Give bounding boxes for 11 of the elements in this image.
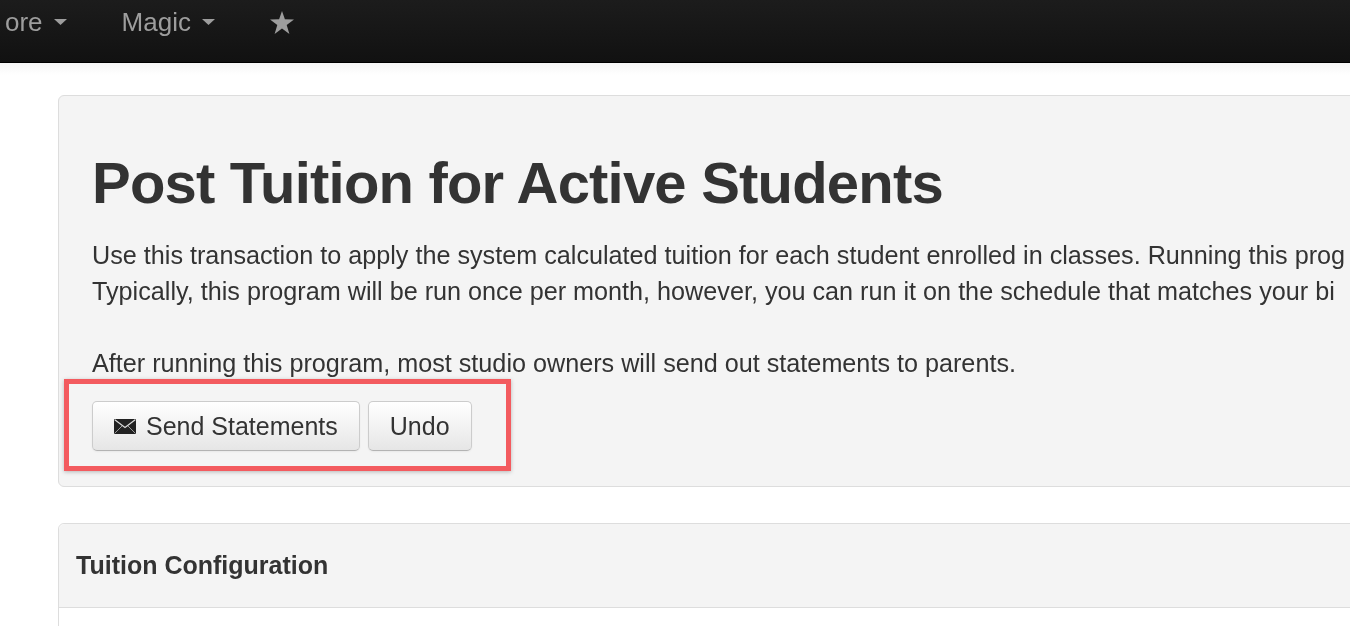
send-statements-button[interactable]: Send Statements — [92, 401, 360, 451]
envelope-icon — [114, 418, 136, 434]
description-text: Use this transaction to apply the system calculated tuition for each student enrolled in classes. Running this prog Typically, this program will be run once per month, however, you can run it on the schedule that matches your bi — [92, 240, 1347, 307]
page-title: Post Tuition for Active Students — [92, 151, 944, 215]
note-text: After running this program, most studio owners will send out statements to parents. — [92, 348, 1016, 379]
nav-menu[interactable]: ore — [5, 0, 67, 44]
undo-button[interactable]: Undo — [367, 401, 472, 451]
caret-icon — [201, 19, 215, 25]
nav-menu[interactable]: Magic — [121, 0, 215, 44]
panel-title: Tuition Configuration — [76, 551, 329, 580]
caret-icon — [53, 19, 67, 25]
